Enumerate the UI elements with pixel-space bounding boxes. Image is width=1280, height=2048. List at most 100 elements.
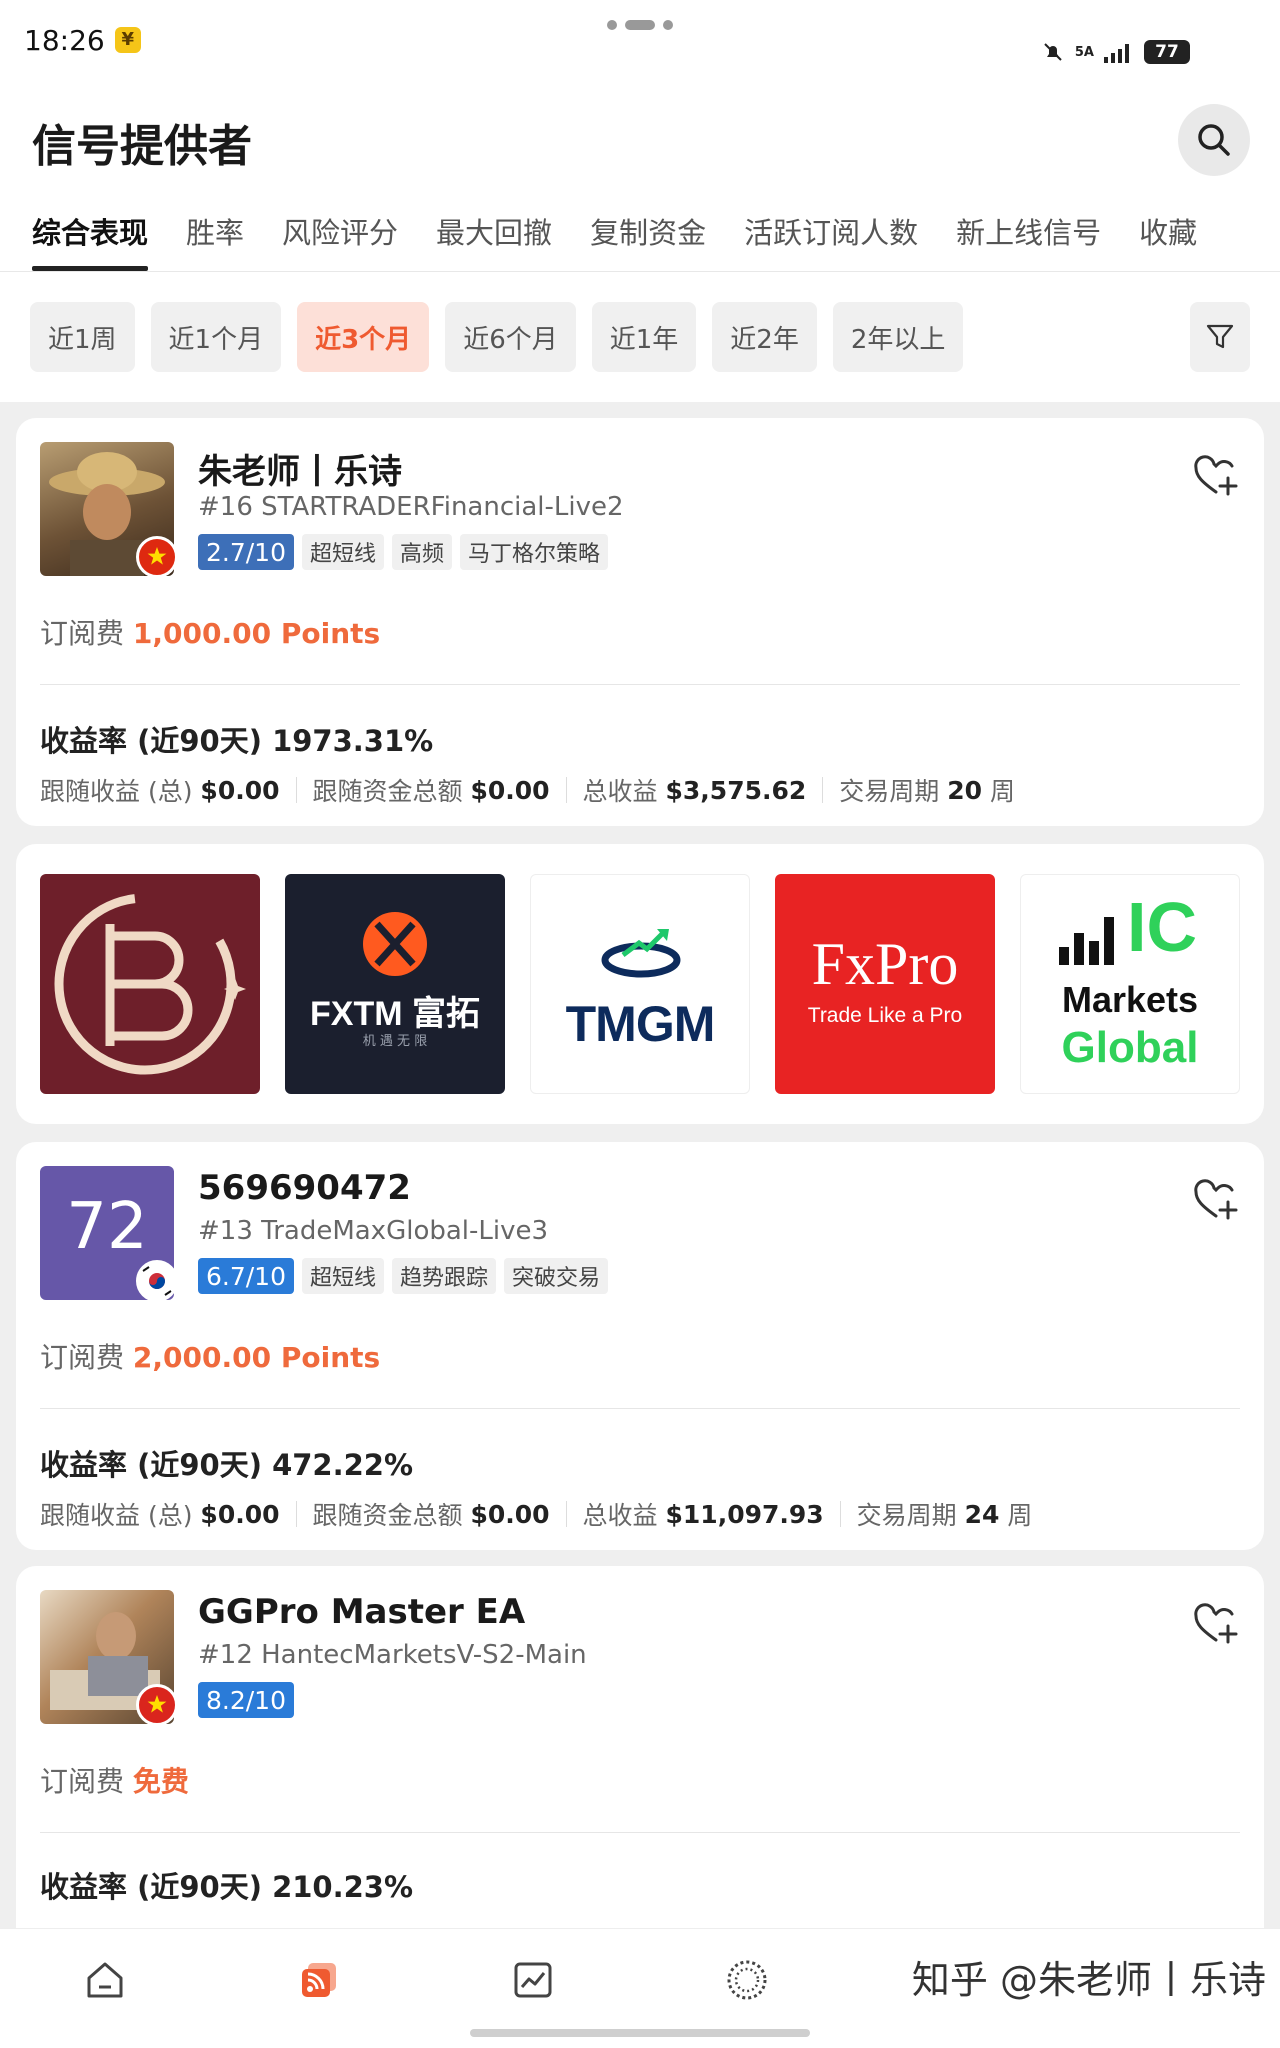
search-button[interactable] xyxy=(1178,104,1250,176)
tab-win-rate[interactable]: 胜率 xyxy=(186,200,244,271)
nav-signals[interactable] xyxy=(294,1955,344,2005)
category-tabs: 综合表现 胜率 风险评分 最大回撤 复制资金 活跃订阅人数 新上线信号 收藏 xyxy=(0,200,1280,272)
multitask-dots-icon[interactable] xyxy=(607,20,673,30)
page-title: 信号提供者 xyxy=(32,121,252,172)
fxtm-logo-icon xyxy=(363,912,427,976)
subscription-fee: 订阅费 免费 xyxy=(40,1760,189,1800)
home-icon xyxy=(87,1962,123,1998)
nav-home[interactable] xyxy=(80,1955,130,2005)
stat-label: 总收益 xyxy=(582,777,658,806)
filter-button[interactable] xyxy=(1190,302,1250,372)
stats-row: 跟随收益 (总) $0.00 跟随资金总额 $0.00 总收益 $11,097.… xyxy=(40,1496,1032,1532)
broker-slogan: 机 遇 无 限 xyxy=(362,1034,428,1049)
nav-discover[interactable] xyxy=(722,1955,772,2005)
tag: 高频 xyxy=(392,534,453,570)
return-rate: 收益率 (近90天) 472.22% xyxy=(40,1442,413,1484)
broker-logo-tmgm[interactable]: TMGM xyxy=(530,874,750,1094)
rss-feed-icon xyxy=(302,1963,336,1997)
favorite-button[interactable] xyxy=(1192,1602,1240,1646)
stats-row: 跟随收益 (总) $0.00 跟随资金总额 $0.00 总收益 $3,575.6… xyxy=(40,772,1015,808)
period-1-month[interactable]: 近1个月 xyxy=(150,302,282,372)
period-1-week[interactable]: 近1周 xyxy=(30,302,135,372)
period-2-years[interactable]: 近2年 xyxy=(712,302,817,372)
status-time: 18:26 xyxy=(24,23,105,57)
provider-card[interactable]: GGPro Master EA #12 HantecMarketsV-S2-Ma… xyxy=(16,1566,1264,1966)
provider-name[interactable]: 569690472 xyxy=(198,1168,411,1208)
stat-value: $0.00 xyxy=(470,1499,550,1529)
divider xyxy=(40,1408,1240,1409)
bars-icon xyxy=(1059,917,1114,965)
subscription-fee: 订阅费 1,000.00 Points xyxy=(40,612,380,652)
status-bar: 18:26 ¥ 5A 77 xyxy=(0,0,1280,80)
period-3-months[interactable]: 近3个月 xyxy=(297,302,430,372)
funnel-icon xyxy=(1206,324,1234,349)
fee-value: 1,000.00 Points xyxy=(132,617,381,650)
broker-name: IC xyxy=(1127,888,1197,966)
return-rate: 收益率 (近90天) 210.23% xyxy=(40,1864,413,1906)
provider-card[interactable]: 72 569690472 #13 TradeMaxGlobal-Live3 6.… xyxy=(16,1142,1264,1550)
period-over-2-years[interactable]: 2年以上 xyxy=(832,302,964,372)
stat-unit: 周 xyxy=(990,777,1016,806)
broker-b-icon xyxy=(54,893,246,1075)
score-badge: 2.7/10 xyxy=(198,534,294,570)
period-1-year[interactable]: 近1年 xyxy=(591,302,697,372)
stat-label: 跟随资金总额 xyxy=(312,777,463,806)
tag: 超短线 xyxy=(302,534,385,570)
header: 信号提供者 xyxy=(0,80,1280,200)
provider-name[interactable]: 朱老师丨乐诗 xyxy=(198,444,402,493)
yen-icon: ¥ xyxy=(114,27,141,53)
broker-slogan: Trade Like a Pro xyxy=(807,1004,963,1027)
divider xyxy=(565,777,567,803)
favorite-button[interactable] xyxy=(1192,1178,1240,1222)
tab-new-signals[interactable]: 新上线信号 xyxy=(956,200,1101,271)
tmgm-logo-icon xyxy=(601,929,681,978)
tab-risk-score[interactable]: 风险评分 xyxy=(282,200,398,271)
tab-overall[interactable]: 综合表现 xyxy=(32,200,149,271)
broker-logo-fxpro[interactable]: FxPro Trade Like a Pro xyxy=(775,874,995,1094)
tab-copy-funds[interactable]: 复制资金 xyxy=(590,200,706,271)
period-filter-bar: 近1周 近1个月 近3个月 近6个月 近1年 近2年 2年以上 xyxy=(0,272,1280,402)
battery-icon: 77 xyxy=(1144,40,1190,64)
broker-name: FXTM 富拓 xyxy=(310,995,480,1033)
score-badge: 6.7/10 xyxy=(198,1258,294,1294)
favorite-button[interactable] xyxy=(1192,454,1240,498)
broker-logo-fxtm[interactable]: FXTM 富拓 机 遇 无 限 xyxy=(285,874,505,1094)
mute-bell-icon xyxy=(1044,43,1062,61)
tab-favorites[interactable]: 收藏 xyxy=(1139,200,1197,271)
stat-value: $0.00 xyxy=(200,775,280,805)
stat-label: 交易周期 xyxy=(856,1501,957,1530)
tag: 突破交易 xyxy=(504,1258,609,1294)
return-label: 收益率 (近90天) xyxy=(40,1870,262,1904)
return-value: 210.23% xyxy=(272,1870,414,1904)
broker-name-line2: Markets xyxy=(1061,979,1199,1020)
tab-active-subscribers[interactable]: 活跃订阅人数 xyxy=(744,200,918,271)
stat-value: $0.00 xyxy=(470,775,550,805)
stat-unit: 周 xyxy=(1007,1501,1033,1530)
broker-logos-card: FXTM 富拓 机 遇 无 限 TMGM FxPro Trade Like a … xyxy=(16,844,1264,1124)
stat-value: 24 xyxy=(964,1499,1000,1529)
return-label: 收益率 (近90天) xyxy=(40,1448,262,1482)
stat-value: $3,575.62 xyxy=(665,775,807,805)
broker-name-line3: Global xyxy=(1061,1023,1199,1072)
divider xyxy=(565,1501,567,1527)
discover-icon xyxy=(727,1960,767,2000)
broker-logo-b[interactable] xyxy=(40,874,260,1094)
fee-label: 订阅费 xyxy=(40,1765,125,1798)
chart-icon xyxy=(514,1962,552,1998)
nav-market[interactable] xyxy=(508,1955,558,2005)
divider xyxy=(822,777,824,803)
provider-name[interactable]: GGPro Master EA xyxy=(198,1592,525,1632)
divider xyxy=(40,684,1240,685)
heart-plus-icon xyxy=(1194,1603,1238,1644)
divider xyxy=(295,777,297,803)
tag: 趋势跟踪 xyxy=(392,1258,497,1294)
status-icons: 5A 77 xyxy=(1041,40,1190,64)
period-6-months[interactable]: 近6个月 xyxy=(445,302,576,372)
tab-max-drawdown[interactable]: 最大回撤 xyxy=(436,200,552,271)
tag: 超短线 xyxy=(302,1258,385,1294)
broker-logo-ic-markets[interactable]: IC Markets Global xyxy=(1020,874,1240,1094)
stat-label: 总收益 xyxy=(582,1501,658,1530)
bottom-nav: 知乎 @朱老师丨乐诗 xyxy=(0,1928,1280,2048)
provider-card[interactable]: 朱老师丨乐诗 #16 STARTRADERFinancial-Live2 2.7… xyxy=(16,418,1264,826)
home-indicator[interactable] xyxy=(470,2029,810,2037)
